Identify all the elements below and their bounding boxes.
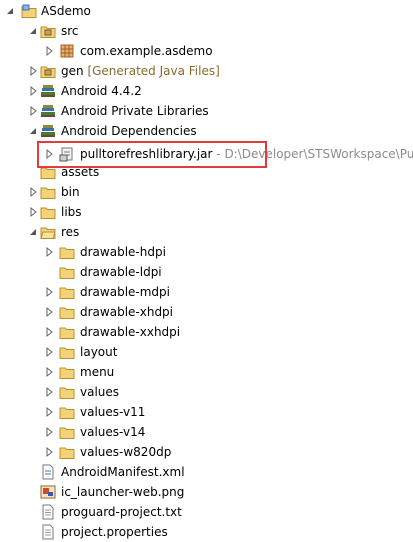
tree-row-res-child[interactable]: drawable-mdpi [0,282,413,302]
collapsed-twisty-icon[interactable] [44,306,54,318]
tree-row-proguard[interactable]: proguard-project.txt [0,502,413,522]
library-icon [41,125,55,137]
expanded-twisty-icon[interactable] [5,5,15,17]
gen-name: gen [61,64,84,78]
tree-row-libs[interactable]: libs [0,202,413,222]
library-icon [41,85,55,97]
tree-row-android-lib[interactable]: Android 4.4.2 [0,81,413,101]
res-child-label: drawable-ldpi [80,265,162,279]
folder-icon [59,307,75,319]
collapsed-twisty-icon[interactable] [44,446,54,458]
android-lib-label: Android 4.4.2 [61,84,142,98]
private-libs-label: Android Private Libraries [61,104,209,118]
tree-row-res-child[interactable]: layout [0,342,413,362]
folder-icon [59,327,75,339]
res-child-label: drawable-mdpi [80,285,170,299]
gen-label: gen [Generated Java Files] [61,63,220,79]
project-icon [21,4,37,18]
expanded-twisty-icon[interactable] [28,125,38,137]
xml-file-icon [42,464,54,480]
res-child-label: values-v14 [80,425,146,439]
collapsed-twisty-icon[interactable] [44,386,54,398]
manifest-label: AndroidManifest.xml [61,465,185,479]
collapsed-twisty-icon[interactable] [44,366,54,378]
properties-file-icon [42,524,54,540]
src-label: src [61,24,79,38]
res-child-label: layout [80,345,118,359]
tree-row-gen[interactable]: gen [Generated Java Files] [0,61,413,81]
collapsed-twisty-icon[interactable] [44,45,54,57]
res-child-label: drawable-hdpi [80,245,166,259]
collapsed-twisty-icon[interactable] [44,326,54,338]
project-label: ASdemo [41,4,91,18]
folder-icon [59,247,75,259]
gen-decoration: [Generated Java Files] [87,64,220,78]
tree-row-res[interactable]: res [0,222,413,242]
source-folder-icon [40,26,56,38]
folder-icon [59,347,75,359]
res-child-label: values-w820dp [80,445,172,459]
folder-icon [59,287,75,299]
res-child-label: values [80,385,120,399]
tree-row-res-child[interactable]: menu [0,362,413,382]
collapsed-twisty-icon[interactable] [44,286,54,298]
res-child-label: drawable-xxhdpi [80,325,181,339]
folder-icon [59,387,75,399]
open-folder-icon [40,227,56,239]
tree-row-properties[interactable]: project.properties [0,522,413,542]
tree-row-res-child[interactable]: values [0,382,413,402]
tree-row-manifest[interactable]: AndroidManifest.xml [0,462,413,482]
collapsed-twisty-icon[interactable] [28,206,38,218]
tree-row-project[interactable]: ASdemo [0,1,413,21]
collapsed-twisty-icon[interactable] [28,65,38,77]
collapsed-twisty-icon[interactable] [44,426,54,438]
tree-row-dependencies[interactable]: Android Dependencies [0,121,413,141]
collapsed-twisty-icon[interactable] [28,186,38,198]
tree-row-launcher[interactable]: ic_launcher-web.png [0,482,413,502]
tree-row-res-child[interactable]: drawable-xxhdpi [0,322,413,342]
collapsed-twisty-icon[interactable] [44,406,54,418]
folder-icon [59,447,75,459]
expanded-twisty-icon[interactable] [28,226,38,238]
collapsed-twisty-icon[interactable] [44,346,54,358]
tree-row-res-child[interactable]: values-w820dp [0,442,413,462]
package-explorer-tree: ASdemo src com.example.asdemo gen [Gener… [0,0,413,540]
tree-row-src[interactable]: src [0,21,413,41]
bin-label: bin [61,185,80,199]
folder-icon [59,267,75,279]
folder-icon [40,207,56,219]
proguard-label: proguard-project.txt [61,505,182,519]
text-file-icon [42,504,54,520]
libs-label: libs [61,205,82,219]
res-label: res [61,225,80,239]
launcher-label: ic_launcher-web.png [61,485,185,499]
dependencies-label: Android Dependencies [61,124,197,138]
image-file-icon [40,485,56,499]
expanded-twisty-icon[interactable] [28,25,38,37]
collapsed-twisty-icon[interactable] [28,105,38,117]
gen-folder-icon [40,66,56,78]
library-icon [41,105,55,117]
tree-row-private-libs[interactable]: Android Private Libraries [0,101,413,121]
tree-row-res-child[interactable]: drawable-hdpi [0,242,413,262]
folder-icon [59,367,75,379]
res-child-label: menu [80,365,115,379]
package-icon [60,44,74,58]
folder-icon [59,427,75,439]
tree-row-res-child[interactable]: values-v11 [0,402,413,422]
folder-icon [40,187,56,199]
collapsed-twisty-icon[interactable] [44,246,54,258]
res-child-label: values-v11 [80,405,146,419]
package-label: com.example.asdemo [80,44,213,58]
properties-label: project.properties [61,525,168,539]
tree-row-res-child[interactable]: drawable-ldpi [0,262,413,282]
tree-row-package[interactable]: com.example.asdemo [0,41,413,61]
tree-row-res-child[interactable]: values-v14 [0,422,413,442]
collapsed-twisty-icon[interactable] [28,85,38,97]
folder-icon [59,407,75,419]
tree-row-res-child[interactable]: drawable-xhdpi [0,302,413,322]
res-child-label: drawable-xhdpi [80,305,174,319]
tree-row-bin[interactable]: bin [0,182,413,202]
highlight-box [37,141,267,168]
